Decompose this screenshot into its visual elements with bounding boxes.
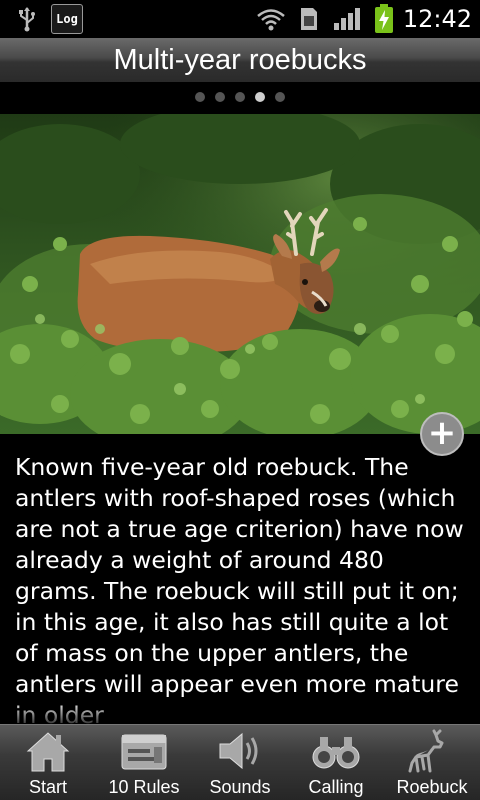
description-text: Known five-year old roebuck. The antlers… <box>15 453 464 726</box>
signal-icon <box>334 8 360 30</box>
speaker-icon <box>219 732 258 770</box>
binoculars-icon <box>312 737 360 769</box>
page-title: Multi-year roebucks <box>113 44 367 76</box>
tab-10-rules[interactable]: 10 Rules <box>96 725 192 800</box>
clock: 12:42 <box>402 5 472 33</box>
title-bar: Multi-year roebucks <box>0 38 480 82</box>
roebuck-photo[interactable] <box>0 114 480 434</box>
sim-icon <box>301 8 317 30</box>
usb-icon <box>19 7 35 32</box>
tab-calling[interactable]: Calling <box>288 725 384 800</box>
home-icon <box>26 732 70 772</box>
tab-roebuck[interactable]: Roebuck <box>384 725 480 800</box>
page-dot[interactable] <box>235 92 245 102</box>
tab-label: Roebuck <box>396 777 468 797</box>
page-dot[interactable] <box>215 92 225 102</box>
tab-label: Sounds <box>209 777 271 797</box>
tab-label: 10 Rules <box>108 777 180 797</box>
bottom-tab-bar: Start 10 Rules Sounds Calling Roebuck <box>0 724 480 800</box>
tab-label: Calling <box>308 777 364 797</box>
page-dot-active[interactable] <box>255 92 265 102</box>
deer-icon <box>408 729 444 773</box>
log-badge[interactable]: Log <box>51 4 83 34</box>
battery-charging-icon <box>375 4 393 33</box>
page-indicator <box>0 82 480 112</box>
page-dot[interactable] <box>275 92 285 102</box>
wifi-icon <box>257 9 285 31</box>
rules-icon <box>121 734 167 770</box>
text-fade <box>0 700 480 726</box>
photo-image <box>0 114 480 434</box>
status-bar: Log 12:42 <box>0 0 480 38</box>
zoom-plus-button[interactable]: + <box>420 412 464 456</box>
tab-start[interactable]: Start <box>0 725 96 800</box>
page-dot[interactable] <box>195 92 205 102</box>
plus-icon: + <box>427 413 457 453</box>
tab-sounds[interactable]: Sounds <box>192 725 288 800</box>
tab-label: Start <box>28 777 67 797</box>
